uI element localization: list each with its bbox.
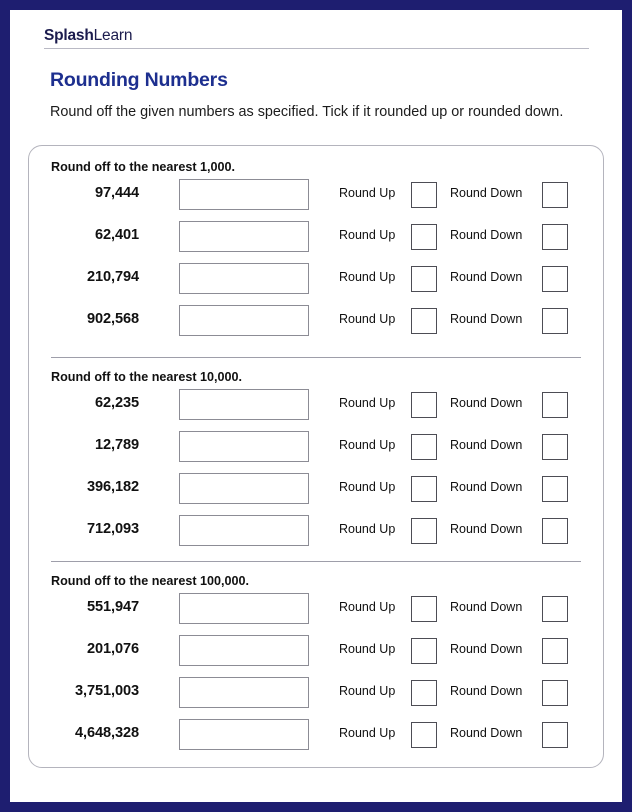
round-down-label: Round Down bbox=[450, 396, 523, 410]
section-heading: Round off to the nearest 100,000. bbox=[51, 574, 250, 588]
round-down-label: Round Down bbox=[450, 522, 523, 536]
round-down-label: Round Down bbox=[450, 642, 523, 656]
round-down-checkbox[interactable] bbox=[542, 392, 568, 418]
problem-number: 3,751,003 bbox=[74, 683, 139, 699]
problem-row: 62,235 Round Up Round Down bbox=[29, 386, 605, 426]
round-up-label: Round Up bbox=[339, 438, 396, 452]
round-up-label: Round Up bbox=[339, 522, 396, 536]
answer-input[interactable] bbox=[179, 515, 309, 546]
round-down-checkbox[interactable] bbox=[542, 638, 568, 664]
page-title: Rounding Numbers bbox=[50, 69, 228, 91]
round-up-label: Round Up bbox=[339, 312, 396, 326]
round-up-label: Round Up bbox=[339, 396, 396, 410]
answer-input[interactable] bbox=[179, 179, 309, 210]
round-up-checkbox[interactable] bbox=[411, 476, 437, 502]
round-down-label: Round Down bbox=[450, 228, 523, 242]
splashlearn-logo: SplashLearn bbox=[44, 27, 589, 45]
round-up-checkbox[interactable] bbox=[411, 266, 437, 292]
problem-number: 210,794 bbox=[86, 269, 139, 285]
round-down-checkbox[interactable] bbox=[542, 476, 568, 502]
round-down-label: Round Down bbox=[450, 186, 523, 200]
header-divider bbox=[44, 48, 589, 49]
round-down-label: Round Down bbox=[450, 684, 523, 698]
instructions-text: Round off the given numbers as specified… bbox=[50, 104, 564, 120]
problem-number: 62,235 bbox=[94, 395, 139, 411]
round-down-label: Round Down bbox=[450, 312, 523, 326]
round-up-checkbox[interactable] bbox=[411, 722, 437, 748]
round-up-label: Round Up bbox=[339, 270, 396, 284]
answer-input[interactable] bbox=[179, 431, 309, 462]
round-down-checkbox[interactable] bbox=[542, 518, 568, 544]
round-down-checkbox[interactable] bbox=[542, 596, 568, 622]
round-down-label: Round Down bbox=[450, 726, 523, 740]
answer-input[interactable] bbox=[179, 263, 309, 294]
round-down-label: Round Down bbox=[450, 438, 523, 452]
problem-row: 210,794 Round Up Round Down bbox=[29, 260, 605, 300]
problem-row: 62,401 Round Up Round Down bbox=[29, 218, 605, 258]
section-heading: Round off to the nearest 10,000. bbox=[51, 370, 243, 384]
answer-input[interactable] bbox=[179, 719, 309, 750]
round-up-checkbox[interactable] bbox=[411, 680, 437, 706]
round-down-checkbox[interactable] bbox=[542, 434, 568, 460]
problem-number: 12,789 bbox=[94, 437, 139, 453]
worksheet-sheet: SplashLearn Rounding Numbers Round off t… bbox=[10, 10, 622, 802]
round-down-checkbox[interactable] bbox=[542, 224, 568, 250]
answer-input[interactable] bbox=[179, 473, 309, 504]
round-down-label: Round Down bbox=[450, 480, 523, 494]
problem-row: 551,947 Round Up Round Down bbox=[29, 590, 605, 630]
logo-text-light: Learn bbox=[93, 27, 133, 44]
round-up-label: Round Up bbox=[339, 642, 396, 656]
round-up-checkbox[interactable] bbox=[411, 434, 437, 460]
problem-row: 902,568 Round Up Round Down bbox=[29, 302, 605, 342]
problem-number: 902,568 bbox=[86, 311, 139, 327]
round-up-label: Round Up bbox=[339, 228, 396, 242]
problem-number: 396,182 bbox=[86, 479, 139, 495]
round-up-checkbox[interactable] bbox=[411, 224, 437, 250]
section-divider bbox=[51, 357, 581, 358]
problem-row: 4,648,328 Round Up Round Down bbox=[29, 716, 605, 756]
problem-number: 712,093 bbox=[86, 521, 139, 537]
answer-input[interactable] bbox=[179, 389, 309, 420]
round-up-checkbox[interactable] bbox=[411, 392, 437, 418]
page-border: SplashLearn Rounding Numbers Round off t… bbox=[0, 0, 632, 812]
problem-row: 201,076 Round Up Round Down bbox=[29, 632, 605, 672]
answer-input[interactable] bbox=[179, 593, 309, 624]
section-heading: Round off to the nearest 1,000. bbox=[51, 160, 236, 174]
round-down-label: Round Down bbox=[450, 270, 523, 284]
round-down-label: Round Down bbox=[450, 600, 523, 614]
round-up-checkbox[interactable] bbox=[411, 638, 437, 664]
problems-card: Round off to the nearest 1,000. 97,444 Rou… bbox=[28, 145, 604, 768]
problem-number: 551,947 bbox=[86, 599, 139, 615]
round-up-label: Round Up bbox=[339, 684, 396, 698]
round-up-label: Round Up bbox=[339, 726, 396, 740]
problem-number: 4,648,328 bbox=[74, 725, 139, 741]
answer-input[interactable] bbox=[179, 635, 309, 666]
answer-input[interactable] bbox=[179, 677, 309, 708]
round-down-checkbox[interactable] bbox=[542, 680, 568, 706]
problem-row: 12,789 Round Up Round Down bbox=[29, 428, 605, 468]
round-down-checkbox[interactable] bbox=[542, 182, 568, 208]
problem-row: 3,751,003 Round Up Round Down bbox=[29, 674, 605, 714]
round-up-label: Round Up bbox=[339, 480, 396, 494]
round-up-checkbox[interactable] bbox=[411, 308, 437, 334]
problem-number: 201,076 bbox=[86, 641, 139, 657]
answer-input[interactable] bbox=[179, 305, 309, 336]
logo-text-bold: Splash bbox=[44, 27, 94, 44]
section-divider bbox=[51, 561, 581, 562]
problem-number: 97,444 bbox=[94, 185, 139, 201]
problem-number: 62,401 bbox=[94, 227, 139, 243]
round-up-checkbox[interactable] bbox=[411, 596, 437, 622]
round-down-checkbox[interactable] bbox=[542, 722, 568, 748]
round-down-checkbox[interactable] bbox=[542, 266, 568, 292]
round-up-label: Round Up bbox=[339, 186, 396, 200]
round-up-label: Round Up bbox=[339, 600, 396, 614]
round-up-checkbox[interactable] bbox=[411, 182, 437, 208]
problem-row: 97,444 Round Up Round Down bbox=[29, 176, 605, 216]
header-brand-row: SplashLearn bbox=[44, 27, 589, 58]
round-up-checkbox[interactable] bbox=[411, 518, 437, 544]
round-down-checkbox[interactable] bbox=[542, 308, 568, 334]
problem-row: 396,182 Round Up Round Down bbox=[29, 470, 605, 510]
problem-row: 712,093 Round Up Round Down bbox=[29, 512, 605, 552]
answer-input[interactable] bbox=[179, 221, 309, 252]
